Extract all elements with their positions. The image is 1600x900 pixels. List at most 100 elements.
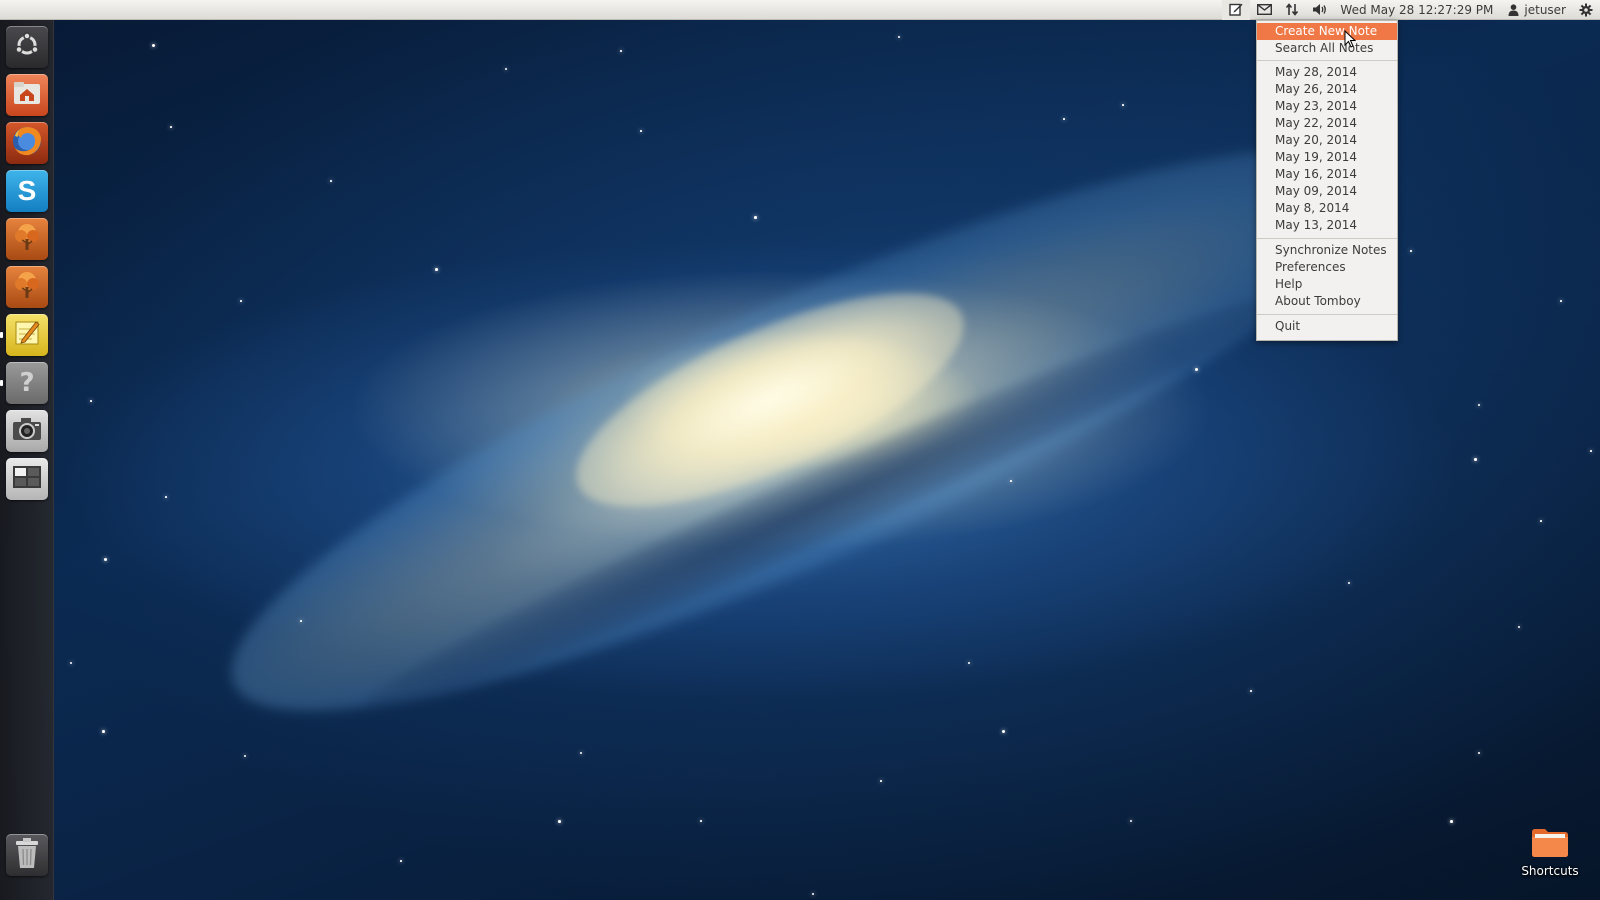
menu-item-note[interactable]: May 22, 2014	[1257, 115, 1397, 132]
clock-indicator[interactable]: Wed May 28 12:27:29 PM	[1334, 0, 1499, 20]
running-indicator	[0, 332, 3, 338]
menu-item-note[interactable]: May 09, 2014	[1257, 183, 1397, 200]
home-folder-icon	[12, 80, 42, 110]
menu-separator	[1257, 238, 1397, 239]
star	[240, 300, 242, 302]
menu-item-search-all-notes[interactable]: Search All Notes	[1257, 40, 1397, 57]
launcher-item-screenshot[interactable]	[6, 410, 48, 452]
question-mark-icon: ?	[19, 368, 35, 398]
sound-indicator[interactable]	[1306, 0, 1334, 20]
launcher-item-app-tree-1[interactable]	[6, 218, 48, 260]
session-menu[interactable]	[1572, 0, 1600, 20]
star	[435, 268, 438, 271]
launcher: S ?	[0, 20, 54, 900]
star	[1122, 104, 1124, 106]
trash-icon	[14, 837, 40, 873]
menu-item-note[interactable]: May 23, 2014	[1257, 98, 1397, 115]
star	[165, 496, 167, 498]
star	[1518, 626, 1520, 628]
menu-item-help[interactable]: Help	[1257, 276, 1397, 293]
star	[70, 662, 72, 664]
volume-icon	[1312, 3, 1328, 17]
desktop-shortcut-label: Shortcuts	[1521, 864, 1579, 878]
menu-separator	[1257, 60, 1397, 61]
tree-icon	[11, 269, 43, 305]
star	[505, 68, 507, 70]
menu-item-note[interactable]: May 16, 2014	[1257, 166, 1397, 183]
menu-item-synchronize-notes[interactable]: Synchronize Notes	[1257, 242, 1397, 259]
star	[1195, 368, 1198, 371]
star	[558, 820, 561, 823]
menu-item-note[interactable]: May 28, 2014	[1257, 64, 1397, 81]
menu-item-note[interactable]: May 8, 2014	[1257, 200, 1397, 217]
mouse-pointer-icon	[1344, 29, 1357, 48]
folder-icon	[1530, 826, 1570, 862]
menu-item-create-new-note[interactable]: Create New Note	[1257, 23, 1397, 40]
star	[1250, 690, 1252, 692]
star	[1474, 458, 1477, 461]
menu-item-preferences[interactable]: Preferences	[1257, 259, 1397, 276]
menu-item-quit[interactable]: Quit	[1257, 318, 1397, 335]
network-indicator[interactable]	[1278, 0, 1306, 20]
firefox-icon	[10, 124, 44, 162]
star	[700, 820, 702, 822]
tomboy-notes-icon	[1228, 3, 1244, 17]
launcher-item-home-folder[interactable]	[6, 74, 48, 116]
launcher-item-workspace-switcher[interactable]	[6, 458, 48, 500]
launcher-item-app-tree-2[interactable]	[6, 266, 48, 308]
menu-separator	[1257, 314, 1397, 315]
star	[90, 400, 92, 402]
star	[754, 216, 757, 219]
star	[812, 893, 814, 895]
running-indicator	[0, 380, 3, 386]
tomboy-indicator[interactable]	[1222, 0, 1251, 20]
workspace-icon	[12, 465, 42, 493]
menu-item-about-tomboy[interactable]: About Tomboy	[1257, 293, 1397, 310]
star	[104, 558, 107, 561]
ubuntu-logo-icon	[14, 32, 40, 62]
launcher-item-trash[interactable]	[6, 834, 48, 876]
menu-item-note[interactable]: May 13, 2014	[1257, 217, 1397, 234]
panel-clock: Wed May 28 12:27:29 PM	[1340, 2, 1494, 17]
star	[1063, 118, 1065, 120]
top-panel: Wed May 28 12:27:29 PM jetuser	[0, 0, 1600, 20]
network-icon	[1284, 3, 1300, 17]
star	[640, 130, 642, 132]
mail-indicator[interactable]	[1250, 0, 1278, 20]
star	[898, 36, 900, 38]
user-menu[interactable]: jetuser	[1499, 0, 1572, 20]
panel-username: jetuser	[1524, 2, 1566, 17]
star	[1590, 450, 1592, 452]
star	[580, 752, 582, 754]
star	[1560, 300, 1562, 302]
menu-item-note[interactable]: May 26, 2014	[1257, 81, 1397, 98]
menu-item-note[interactable]: May 19, 2014	[1257, 149, 1397, 166]
launcher-item-dash-home[interactable]	[6, 26, 48, 68]
star	[1450, 820, 1453, 823]
launcher-item-help[interactable]: ?	[0, 362, 48, 404]
user-icon	[1505, 3, 1521, 17]
star	[1130, 820, 1132, 822]
star	[244, 755, 246, 757]
star	[170, 126, 172, 128]
mail-icon	[1256, 3, 1272, 17]
star	[1540, 520, 1542, 522]
star	[968, 662, 970, 664]
tomboy-menu: Create New Note Search All Notes May 28,…	[1256, 20, 1398, 341]
star	[300, 620, 302, 622]
skype-icon: S	[17, 175, 37, 206]
star	[1478, 404, 1480, 406]
star	[1010, 480, 1012, 482]
launcher-item-skype[interactable]: S	[6, 170, 48, 212]
gear-icon	[1578, 3, 1594, 17]
star	[880, 780, 882, 782]
menu-item-note[interactable]: May 20, 2014	[1257, 132, 1397, 149]
notepad-icon	[12, 318, 42, 352]
launcher-item-tomboy-notes[interactable]	[0, 314, 48, 356]
star	[400, 860, 402, 862]
desktop-shortcut-folder[interactable]: Shortcuts	[1508, 826, 1592, 882]
star	[102, 730, 105, 733]
star	[1348, 582, 1350, 584]
tree-icon	[11, 221, 43, 257]
launcher-item-firefox[interactable]	[6, 122, 48, 164]
